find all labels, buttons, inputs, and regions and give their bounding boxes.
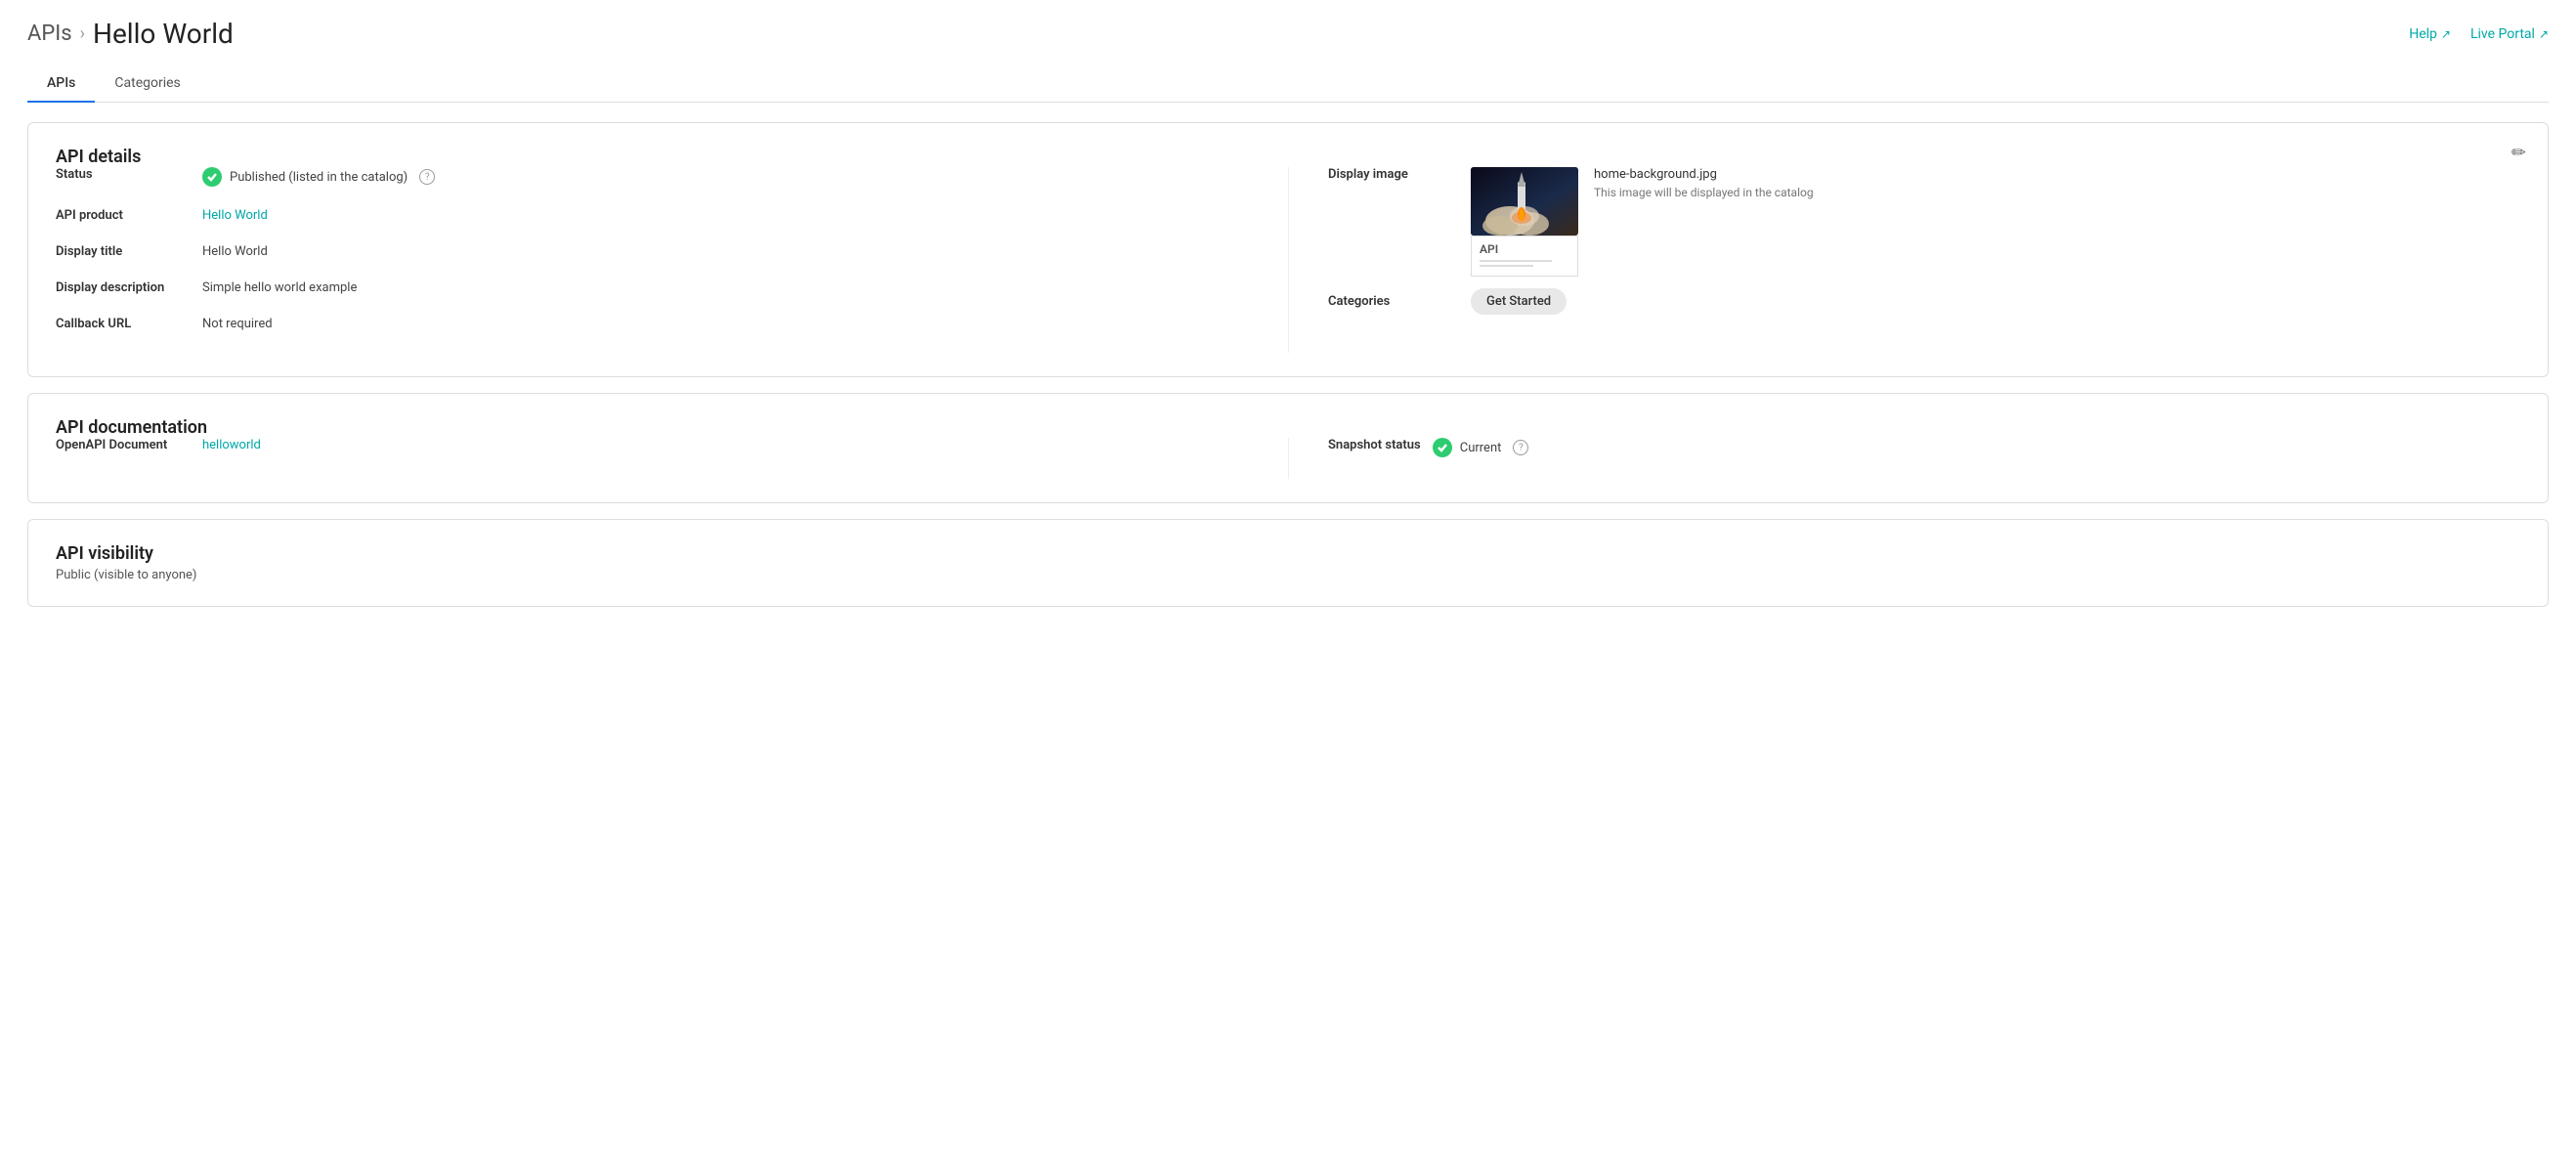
details-left: Status Published (listed in the catalog)… — [56, 167, 1288, 353]
tab-apis[interactable]: APIs — [27, 65, 95, 103]
status-value: Published (listed in the catalog) — [230, 170, 408, 185]
visibility-value: Public (visible to anyone) — [56, 568, 2520, 582]
api-details-title: API details — [56, 147, 141, 167]
help-link[interactable]: Help ↗ — [2409, 26, 2451, 42]
callback-url-row: Callback URL Not required — [56, 317, 1249, 331]
openapi-value[interactable]: helloworld — [202, 438, 261, 452]
display-title-row: Display title Hello World — [56, 244, 1249, 259]
image-info: home-background.jpg This image will be d… — [1594, 167, 2520, 199]
image-caption: This image will be displayed in the cata… — [1594, 186, 2520, 199]
breadcrumb-apis[interactable]: APIs — [27, 21, 72, 46]
details-right: Display image — [1288, 167, 2520, 353]
edit-icon[interactable]: ✏ — [2512, 143, 2526, 163]
api-documentation-card: API documentation OpenAPI Document hello… — [27, 393, 2549, 503]
api-product-label: API product — [56, 208, 202, 223]
snapshot-status-label: Snapshot status — [1328, 438, 1421, 452]
snapshot-status-value: Current — [1460, 441, 1502, 455]
catalog-preview-line2 — [1480, 265, 1533, 267]
image-thumbnail — [1471, 167, 1578, 236]
openapi-label: OpenAPI Document — [56, 438, 202, 452]
catalog-preview: API — [1471, 236, 1578, 277]
api-product-row: API product Hello World — [56, 208, 1249, 223]
snapshot-check-icon — [1433, 438, 1452, 457]
image-container: API — [1471, 167, 1578, 277]
breadcrumb-current: Hello World — [93, 18, 234, 50]
openapi-row: OpenAPI Document helloworld — [56, 438, 1249, 452]
display-title-label: Display title — [56, 244, 202, 259]
thumbnail-svg — [1471, 167, 1578, 236]
tabs: APIs Categories — [27, 65, 2549, 103]
display-image-label: Display image — [1328, 167, 1455, 182]
display-description-label: Display description — [56, 280, 202, 295]
api-documentation-title: API documentation — [56, 417, 207, 438]
catalog-preview-title: API — [1480, 242, 1569, 256]
breadcrumb-chevron: › — [80, 23, 85, 44]
status-badge: Published (listed in the catalog) ? — [202, 167, 435, 187]
status-check-icon — [202, 167, 222, 187]
categories-label: Categories — [1328, 294, 1455, 309]
status-row: Status Published (listed in the catalog)… — [56, 167, 1249, 187]
callback-url-label: Callback URL — [56, 317, 202, 331]
doc-grid: OpenAPI Document helloworld Snapshot sta… — [56, 438, 2520, 479]
doc-right: Snapshot status Current ? — [1288, 438, 2520, 479]
doc-left: OpenAPI Document helloworld — [56, 438, 1288, 479]
external-link-icon: ↗ — [2441, 27, 2451, 41]
callback-url-value: Not required — [202, 317, 273, 331]
api-visibility-title: API visibility — [56, 543, 153, 564]
live-portal-label: Live Portal — [2470, 26, 2535, 42]
live-portal-link[interactable]: Live Portal ↗ — [2470, 26, 2549, 42]
snapshot-help-icon[interactable]: ? — [1513, 440, 1528, 455]
api-details-card: API details ✏ Status Published (listed i… — [27, 122, 2549, 377]
api-product-value[interactable]: Hello World — [202, 208, 268, 223]
display-image-section: Display image — [1328, 167, 2520, 277]
page-header: APIs › Hello World Help ↗ Live Portal ↗ — [27, 18, 2549, 50]
display-title-value: Hello World — [202, 244, 268, 259]
categories-section: Categories Get Started — [1328, 288, 2520, 315]
image-filename: home-background.jpg — [1594, 167, 2520, 182]
display-description-value: Simple hello world example — [202, 280, 357, 295]
page-wrapper: APIs › Hello World Help ↗ Live Portal ↗ … — [0, 0, 2576, 1159]
api-visibility-card: API visibility Public (visible to anyone… — [27, 519, 2549, 607]
details-grid: Status Published (listed in the catalog)… — [56, 167, 2520, 353]
status-help-icon[interactable]: ? — [419, 169, 435, 185]
catalog-preview-line1 — [1480, 260, 1552, 262]
snapshot-row: Snapshot status Current ? — [1328, 438, 2481, 457]
category-pill[interactable]: Get Started — [1471, 288, 1567, 315]
status-label: Status — [56, 167, 202, 182]
header-links: Help ↗ Live Portal ↗ — [2409, 26, 2549, 42]
tab-categories[interactable]: Categories — [95, 65, 199, 103]
help-label: Help — [2409, 26, 2437, 42]
snapshot-status: Current ? — [1433, 438, 1529, 457]
external-link-icon-2: ↗ — [2539, 27, 2549, 41]
breadcrumb: APIs › Hello World — [27, 18, 234, 50]
display-description-row: Display description Simple hello world e… — [56, 280, 1249, 295]
